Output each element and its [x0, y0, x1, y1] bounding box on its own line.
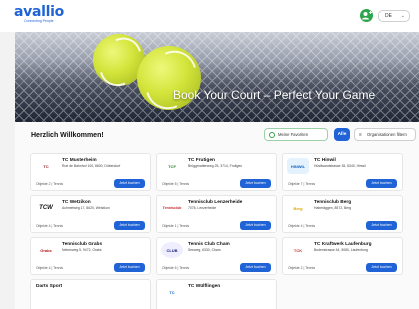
club-card[interactable]: CLUB Tennis Club Cham Seeweg, 6330, Cham… — [156, 237, 277, 275]
club-name: TC Hinwil — [314, 158, 336, 163]
club-card[interactable]: TCF TC Frutigen Brüggmattenweg 25, 3714,… — [156, 153, 277, 191]
favorites-button[interactable]: Meine Favoriten — [264, 128, 328, 141]
club-name: TC Musterheim — [62, 158, 97, 163]
club-address: Achmetweg 17, 8620, Wetzikon — [62, 206, 110, 210]
club-logo: Tennisclub — [162, 206, 182, 210]
club-card[interactable]: Darts Sport — [30, 279, 151, 309]
logo-subtitle: Connecting People — [24, 19, 54, 23]
club-address: Seeweg, 6330, Cham — [188, 248, 221, 252]
club-address: 7078, Lenzerheide — [188, 206, 217, 210]
filter-label: Organisationen filtern — [367, 132, 407, 137]
club-name: TC Wülflingen — [188, 284, 221, 289]
club-logo: TC — [169, 289, 175, 295]
club-card[interactable]: Tennisclub Tennisclub Lenzerheide 7078, … — [156, 195, 277, 233]
club-logo: CLUB — [161, 242, 183, 258]
club-address: Brüggmattenweg 25, 3714, Frutigen — [188, 164, 243, 168]
club-info: Objekte 2 | Tennis — [36, 182, 64, 186]
club-name: TC Wetzikon — [62, 200, 91, 205]
hero-banner: Book Your Court – Perfect Your Game — [15, 32, 419, 122]
club-logo: TCW — [39, 205, 53, 211]
club-card[interactable]: TC TC Wülflingen — [156, 279, 277, 309]
club-logo: TCK — [293, 247, 303, 253]
club-info: Objekte 5 | Tennis — [162, 182, 190, 186]
filter-icon: ≡ — [359, 132, 362, 138]
club-logo: HINWIL — [287, 158, 309, 174]
club-address: Rue de Bahnhof 100, 8600, Dübendorf — [62, 164, 121, 168]
club-name: Tennisclub Berg — [314, 200, 352, 205]
hero-title: Book Your Court – Perfect Your Game — [173, 88, 376, 102]
book-now-button[interactable]: Jetzt buchen — [240, 179, 271, 188]
club-info: Objekte 6 | Tennis — [162, 266, 190, 270]
club-name: Tennis Club Cham — [188, 242, 230, 247]
book-now-button[interactable]: Jetzt buchen — [240, 221, 271, 230]
logo-text: avallio — [14, 4, 64, 20]
club-address: Bodenstrasse 44, 5080, Laufenburg — [314, 248, 368, 252]
club-card[interactable]: Grabs Tennisclub Grabs Nebenweg 5, 9472,… — [30, 237, 151, 275]
club-list-panel: Herzlich Willkommen! Meine Favoriten All… — [15, 122, 419, 309]
club-name: Tennisclub Lenzerheide — [188, 200, 243, 205]
welcome-heading: Herzlich Willkommen! — [31, 132, 104, 139]
language-select[interactable]: DE ⌄ — [378, 10, 410, 22]
club-card[interactable]: TCW TC Wetzikon Achmetweg 17, 8620, Wetz… — [30, 195, 151, 233]
tennis-net-image — [15, 32, 419, 122]
book-now-button[interactable]: Jetzt buchen — [114, 179, 145, 188]
book-now-button[interactable]: Jetzt buchen — [366, 179, 397, 188]
club-logo: Berg — [293, 205, 303, 211]
chevron-down-icon: ⌄ — [400, 13, 405, 19]
book-now-button[interactable]: Jetzt buchen — [114, 263, 145, 272]
club-card[interactable]: Berg Tennisclub Berg Haberäggen, 8572, B… — [282, 195, 403, 233]
club-info: Objekte 4 | Tennis — [288, 224, 316, 228]
club-name: Tennisclub Grabs — [62, 242, 103, 247]
club-address: Nebenweg 5, 9472, Grabs — [62, 248, 102, 252]
book-now-button[interactable]: Jetzt buchen — [366, 221, 397, 230]
top-bar: avallio Connecting People DE ⌄ — [0, 0, 419, 32]
club-card[interactable]: TCK TC Kraftwerk Laufenburg Bodenstrasse… — [282, 237, 403, 275]
user-add-icon[interactable] — [360, 9, 373, 22]
club-name: Darts Sport — [36, 284, 63, 289]
language-value: DE — [385, 13, 392, 19]
club-info: Objekte 4 | Tennis — [36, 224, 64, 228]
favorites-label: Meine Favoriten — [278, 132, 309, 137]
book-now-button[interactable]: Jetzt buchen — [114, 221, 145, 230]
club-name: TC Frutigen — [188, 158, 215, 163]
filter-button[interactable]: ≡ Organisationen filtern — [354, 128, 416, 141]
club-info: Objekte 1 | Tennis — [162, 224, 190, 228]
avallio-logo[interactable]: avallio Connecting People — [14, 5, 74, 27]
club-card[interactable]: HINWIL TC Hinwil Hüsliwandstrasse 35, 83… — [282, 153, 403, 191]
club-info: Objekte 4 | Tennis — [36, 266, 64, 270]
book-now-button[interactable]: Jetzt buchen — [366, 263, 397, 272]
club-card[interactable]: TC TC Musterheim Rue de Bahnhof 100, 860… — [30, 153, 151, 191]
club-address: Haberäggen, 8572, Berg — [314, 206, 352, 210]
book-now-button[interactable]: Jetzt buchen — [240, 263, 271, 272]
club-info: Objekte 2 | Tennis — [288, 266, 316, 270]
all-button[interactable]: Alle — [334, 128, 350, 141]
club-logo: Grabs — [40, 247, 52, 253]
club-logo: TCF — [168, 163, 176, 169]
club-address: Hüsliwandstrasse 35, 8340, Hinwil — [314, 164, 366, 168]
club-logo: TC — [43, 163, 49, 169]
club-name: TC Kraftwerk Laufenburg — [314, 242, 372, 247]
heart-icon — [269, 132, 275, 138]
club-info: Objekte 7 | Tennis — [288, 182, 316, 186]
